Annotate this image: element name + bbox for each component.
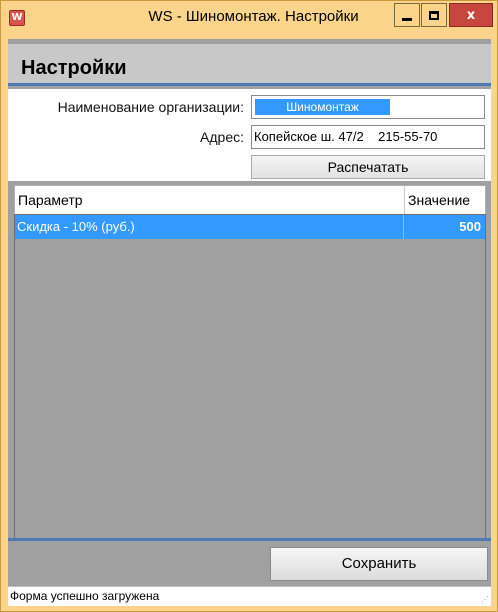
table-row[interactable]: Скидка - 10% (руб.) 500 (15, 215, 485, 239)
column-header-value[interactable]: Значение (408, 192, 470, 208)
app-icon[interactable]: W (9, 10, 25, 26)
window-title: WS - Шиномонтаж. Настройки (148, 8, 359, 25)
footer-bar: Сохранить (8, 541, 491, 585)
status-text: Форма успешно загружена (10, 589, 160, 603)
org-name-field[interactable]: Шиномонтаж (251, 95, 485, 119)
grid-header: Параметр Значение (14, 185, 486, 215)
close-icon: x (466, 7, 476, 23)
resize-grip-icon[interactable]: ⋰ (481, 596, 489, 604)
app-window: W WS - Шиномонтаж. Настройки x Настройки… (0, 0, 498, 612)
title-bar[interactable]: W WS - Шиномонтаж. Настройки x (1, 1, 497, 39)
column-header-parameter[interactable]: Параметр (18, 192, 83, 208)
settings-form: Наименование организации: Шиномонтаж Адр… (8, 89, 491, 181)
print-button[interactable]: Распечатать (251, 155, 485, 179)
settings-grid[interactable]: Скидка - 10% (руб.) 500 (14, 214, 486, 576)
org-name-value: Шиномонтаж (255, 99, 390, 115)
save-button[interactable]: Сохранить (270, 547, 488, 581)
client-area: Настройки Наименование организации: Шино… (8, 39, 491, 605)
maximize-icon (429, 10, 439, 20)
row-divider (403, 215, 404, 239)
header-band: Настройки (8, 44, 491, 86)
address-field[interactable]: Копейское ш. 47/2 215-55-70 (251, 125, 485, 149)
minimize-icon (402, 17, 412, 21)
row-parameter: Скидка - 10% (руб.) (17, 219, 135, 234)
maximize-button[interactable] (421, 3, 447, 27)
address-label: Адрес: (200, 129, 244, 145)
close-button[interactable]: x (449, 3, 493, 27)
minimize-button[interactable] (394, 3, 420, 27)
column-divider[interactable] (404, 186, 405, 214)
page-title: Настройки (21, 57, 127, 79)
org-name-label: Наименование организации: (57, 99, 244, 115)
row-value[interactable]: 500 (459, 219, 481, 234)
status-bar: Форма успешно загружена ⋰ (8, 586, 491, 606)
